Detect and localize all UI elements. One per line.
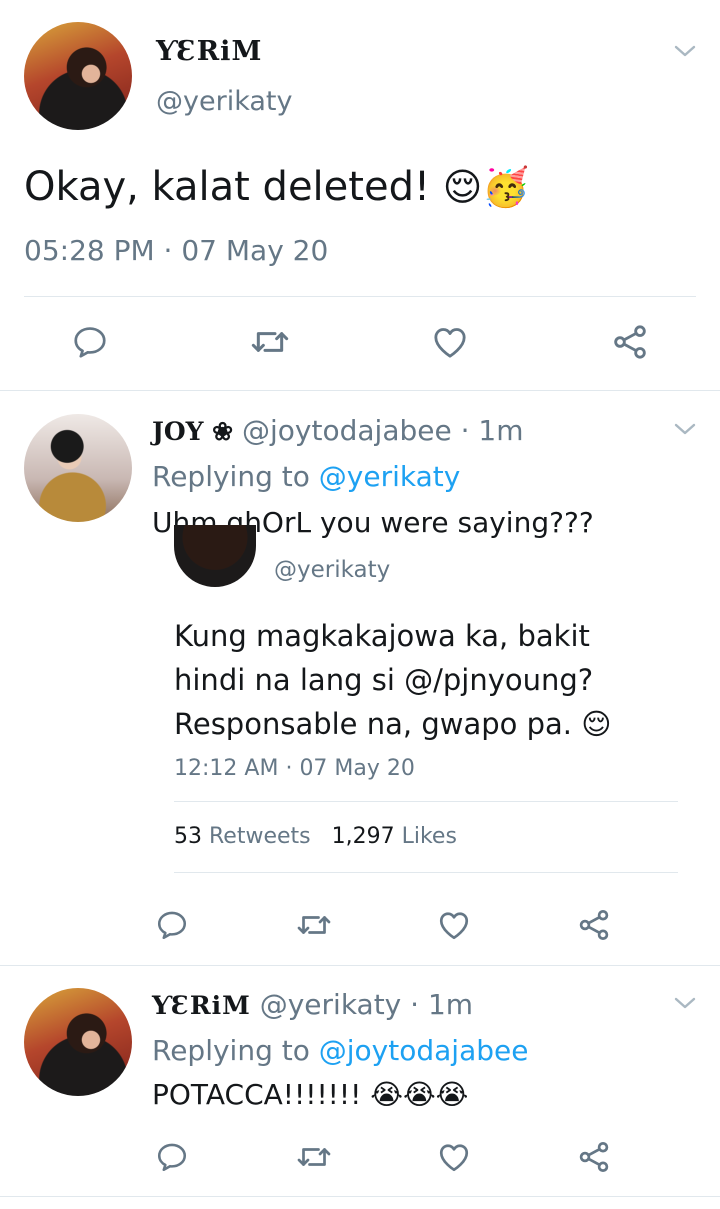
display-name[interactable]: ƳƐRiM xyxy=(156,36,262,67)
timestamp: 05:28 PM · 07 May 20 xyxy=(24,234,328,267)
divider xyxy=(174,801,678,802)
reply-icon xyxy=(157,911,187,940)
avatar[interactable] xyxy=(24,414,132,522)
heart-icon xyxy=(439,912,469,940)
tweet-header: JOY ❀ @joytodajabee · 1m xyxy=(152,414,524,447)
like-button[interactable] xyxy=(430,322,470,362)
chevron-down-icon[interactable] xyxy=(673,994,697,1012)
tweet-time[interactable]: 05:28 PM xyxy=(24,234,155,267)
tweet-body: POTACCA!!!!!!! xyxy=(152,1078,362,1111)
likes-count: 1,297 xyxy=(331,824,395,849)
reply-button[interactable] xyxy=(70,322,110,362)
share-button[interactable] xyxy=(610,322,650,362)
replying-to-link[interactable]: @joytodajabee xyxy=(319,1034,529,1067)
quoted-stats: 53 Retweets 1,297 Likes xyxy=(174,824,457,849)
chevron-down-icon[interactable] xyxy=(673,420,697,438)
reply-icon xyxy=(157,1143,187,1172)
share-icon xyxy=(579,1142,609,1172)
avatar[interactable] xyxy=(24,988,132,1096)
retweets-label: Retweets xyxy=(209,824,311,849)
retweet-button[interactable] xyxy=(294,1137,334,1177)
quoted-line: Responsable na, gwapo pa. xyxy=(174,707,572,741)
tweet-age: · 1m xyxy=(410,988,474,1021)
section-divider xyxy=(0,965,720,966)
likes-label: Likes xyxy=(401,824,457,849)
reply-button[interactable] xyxy=(152,1137,192,1177)
display-name[interactable]: JOY ❀ xyxy=(152,417,233,446)
divider xyxy=(24,296,696,297)
tweet-header: ƳƐRiM @yerikaty · 1m xyxy=(152,988,473,1021)
display-name[interactable]: ƳƐRiM xyxy=(152,991,251,1020)
like-button[interactable] xyxy=(434,1137,474,1177)
replying-to-link[interactable]: @yerikaty xyxy=(319,460,461,493)
quoted-time: 12:12 AM xyxy=(174,756,279,781)
quoted-date: 07 May 20 xyxy=(299,756,415,781)
quoted-line: Kung magkakajowa ka, bakit xyxy=(174,619,590,653)
replying-prefix: Replying to xyxy=(152,460,310,493)
heart-icon xyxy=(439,1144,469,1172)
emoji: 😌 xyxy=(581,707,612,741)
share-button[interactable] xyxy=(574,905,614,945)
tweet-text: POTACCA!!!!!!! 😭😭😭 xyxy=(152,1078,468,1111)
quoted-handle[interactable]: @yerikaty xyxy=(274,557,390,583)
section-divider xyxy=(0,1196,720,1197)
chevron-down-icon[interactable] xyxy=(673,42,697,60)
quoted-avatar xyxy=(174,525,256,587)
share-icon xyxy=(579,910,609,940)
section-divider xyxy=(0,390,720,391)
heart-icon xyxy=(434,328,466,358)
retweet-icon xyxy=(297,916,331,934)
like-button[interactable] xyxy=(434,905,474,945)
handle[interactable]: @yerikaty xyxy=(260,988,402,1021)
tweet-text: Okay, kalat deleted! 😌🥳 xyxy=(24,164,530,210)
retweet-icon xyxy=(297,1148,331,1166)
share-button[interactable] xyxy=(574,1137,614,1177)
separator: · xyxy=(163,234,173,267)
retweet-icon xyxy=(251,332,289,352)
retweet-button[interactable] xyxy=(294,905,334,945)
replying-to: Replying to @yerikaty xyxy=(152,460,460,493)
replying-prefix: Replying to xyxy=(152,1034,310,1067)
emoji-group: 😌🥳 xyxy=(442,165,530,209)
quoted-line: hindi na lang si @/pjnyoung? xyxy=(174,663,594,697)
emoji-group: 😭😭😭 xyxy=(370,1078,469,1111)
retweet-button[interactable] xyxy=(250,322,290,362)
tweet-age: · 1m xyxy=(460,414,524,447)
tweet-date[interactable]: 07 May 20 xyxy=(181,234,328,267)
avatar[interactable] xyxy=(24,22,132,130)
tweet-body: Okay, kalat deleted! xyxy=(24,164,430,210)
reply-button[interactable] xyxy=(152,905,192,945)
quoted-text: Kung magkakajowa ka, bakit hindi na lang… xyxy=(174,614,611,746)
handle[interactable]: @joytodajabee xyxy=(242,414,452,447)
separator: · xyxy=(285,756,293,781)
divider xyxy=(174,872,678,873)
reply-icon xyxy=(74,327,106,358)
quoted-timestamp: 12:12 AM · 07 May 20 xyxy=(174,756,415,781)
replying-to: Replying to @joytodajabee xyxy=(152,1034,528,1067)
handle[interactable]: @yerikaty xyxy=(156,86,292,117)
share-icon xyxy=(614,325,646,359)
quoted-line-last: Responsable na, gwapo pa. 😌 xyxy=(174,702,611,746)
retweets-count: 53 xyxy=(174,824,202,849)
